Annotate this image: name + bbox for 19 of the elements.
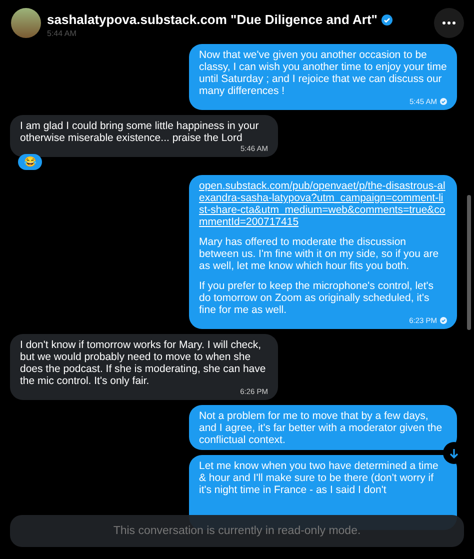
message-text: If you prefer to keep the microphone's control, let's do tomorrow on Zoom as originally scheduled, it's fine for me as well. [199,280,435,316]
read-check-icon [440,98,447,105]
message-text: I am glad I could bring some little happiness in your otherwise miserable existence... praise the Lord [20,120,260,144]
more-button[interactable] [434,8,464,38]
more-icon [442,21,456,25]
read-only-notice: This conversation is currently in read-only mode. [10,515,464,547]
message-text: Let me know when you two have determined a time & hour and I'll make sure to be there (don't worry if it's night time in France - as I said I don't [199,460,440,496]
message-text: Now that we've given you another occasion to be classy, I can wish you another time to enjoy your time until Saturday ; and I rejoice that we can discuss our many differences ! [199,49,447,97]
down-arrow-icon [449,448,459,458]
message-text: I don't know if tomorrow works for Mary. I will check, but we would probably need to move to when she does the podcast. If she is moderating, she can have the mic control. It's only fair. [20,339,267,387]
read-check-icon [440,317,447,324]
message-time: 5:44 AM [47,29,78,38]
message-link[interactable]: open.substack.com/pub/openvaet/p/the-disastrous-alexandra-sasha-latypova?utm_campaign=comment-list-share-cta&utm_medium=web&comments=true&commentId=200717415 [199,180,447,228]
avatar[interactable] [11,8,41,38]
scrollbar[interactable] [467,195,471,330]
conversation-name: sashalatypova.substack.com "Due Diligence and Art" [47,12,378,27]
message-text: Not a problem for me to move that by a few days, and I agree, it's far better with a moderator given the conflictual context. [199,410,444,446]
emoji-reaction[interactable]: 😂 [18,154,42,170]
message-text: Mary has offered to moderate the discussion between us. I'm fine with it on my side, so if you are as well, let me know which hour fits you both. [199,236,440,272]
